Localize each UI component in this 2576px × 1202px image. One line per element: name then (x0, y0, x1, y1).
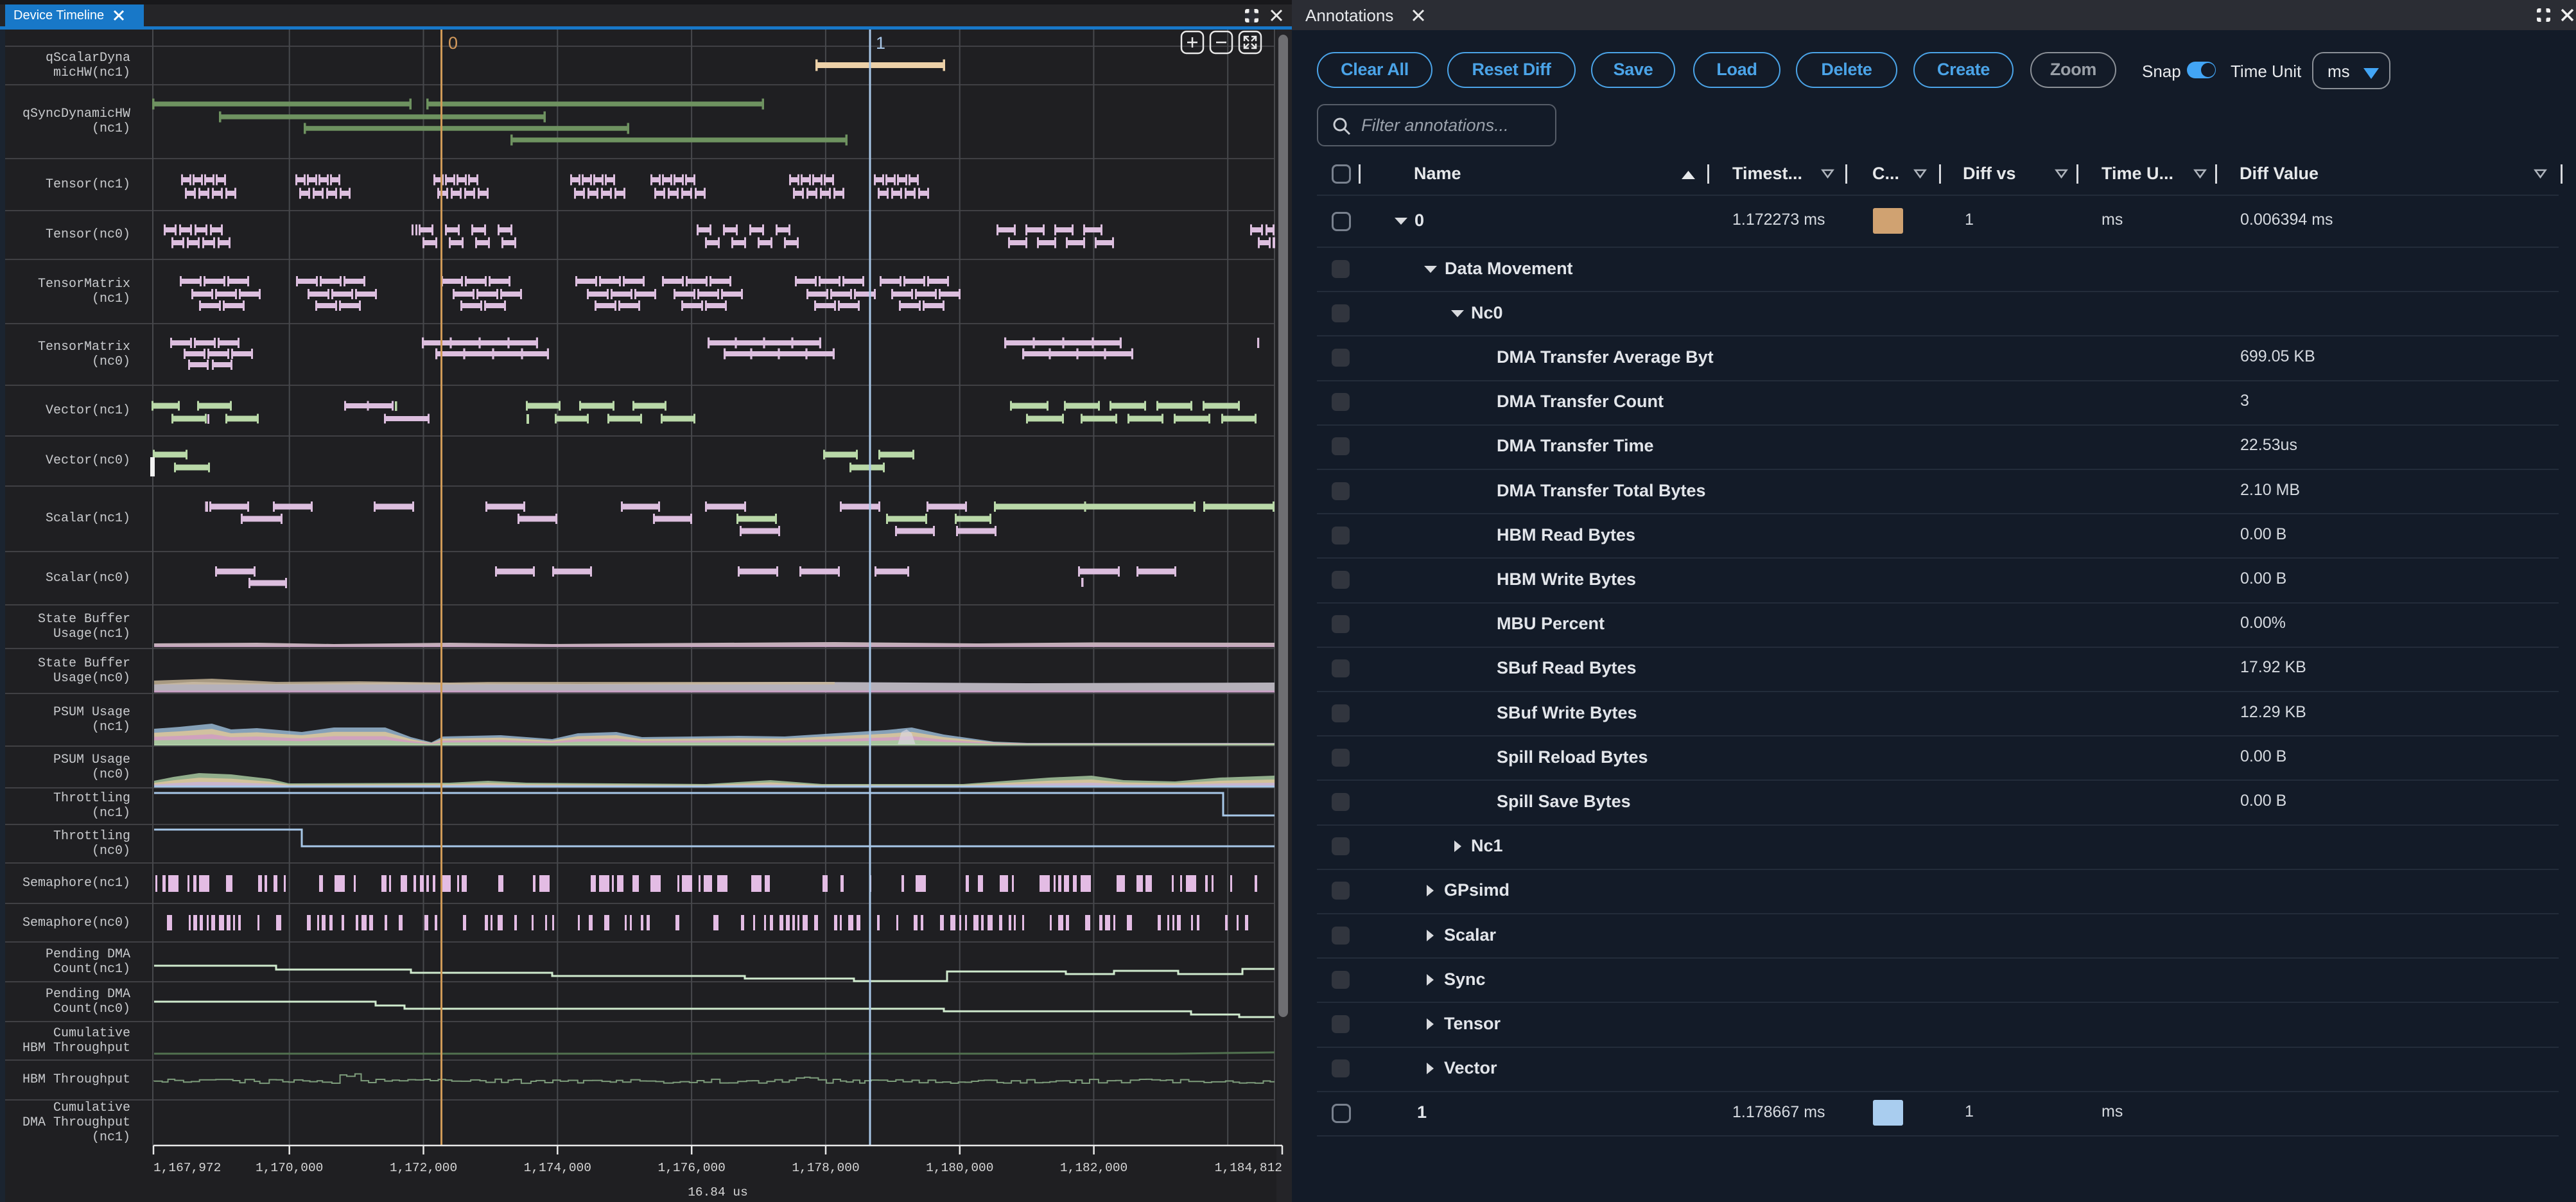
svg-text:1,182,000: 1,182,000 (1060, 1161, 1127, 1175)
svg-text:1,180,000: 1,180,000 (926, 1161, 993, 1175)
svg-text:1,174,000: 1,174,000 (524, 1161, 591, 1175)
svg-text:1,167,972: 1,167,972 (153, 1161, 221, 1175)
svg-text:0: 0 (448, 33, 458, 53)
svg-text:1,184,812: 1,184,812 (1215, 1161, 1282, 1175)
svg-text:1: 1 (876, 33, 885, 53)
svg-text:1,170,000: 1,170,000 (256, 1161, 323, 1175)
svg-text:1,172,000: 1,172,000 (390, 1161, 457, 1175)
svg-text:16.84 us: 16.84 us (688, 1185, 748, 1199)
svg-text:1,176,000: 1,176,000 (658, 1161, 726, 1175)
svg-text:1,178,000: 1,178,000 (792, 1161, 859, 1175)
